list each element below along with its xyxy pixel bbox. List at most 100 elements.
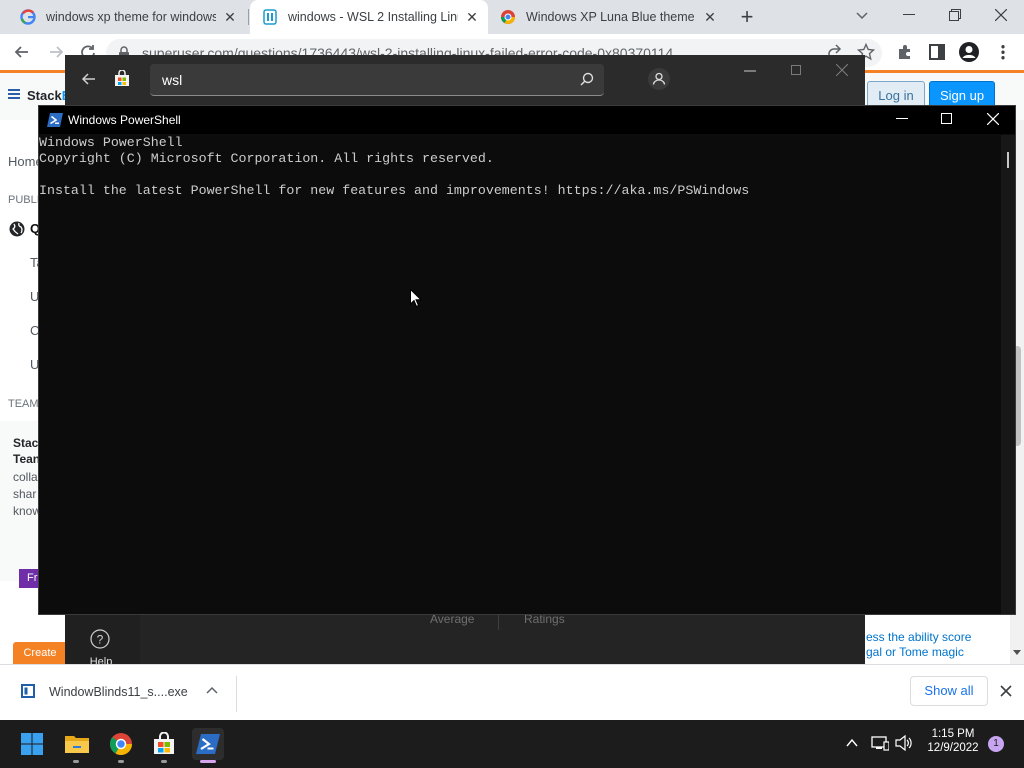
active-indicator (200, 760, 216, 763)
user-icon (648, 68, 670, 90)
taskbar-clock[interactable]: 1:15 PM 12/9/2022 (921, 728, 985, 754)
profile-avatar-icon[interactable] (958, 41, 980, 63)
store-maximize-button[interactable] (791, 65, 801, 75)
console-line: Copyright (C) Microsoft Corporation. All… (39, 151, 494, 166)
hamburger-menu-icon[interactable] (8, 88, 20, 100)
close-icon[interactable]: ✕ (464, 9, 480, 25)
powershell-icon (196, 734, 220, 754)
store-minimize-button[interactable] (744, 70, 756, 72)
chevron-down-icon (856, 12, 868, 20)
close-icon (987, 113, 999, 125)
store-logo-icon (113, 70, 131, 88)
tab-superuser-wsl[interactable]: windows - WSL 2 Installing Linux ✕ (250, 0, 488, 34)
taskbar-file-explorer[interactable] (61, 728, 93, 760)
tab-search-button[interactable] (850, 5, 874, 27)
stack-exchange-logo[interactable]: StackE (27, 88, 70, 103)
installer-file-icon (20, 683, 36, 699)
close-download-bar-button[interactable] (1000, 685, 1012, 697)
forward-button[interactable] (46, 42, 66, 62)
download-options-button[interactable] (206, 686, 218, 694)
back-button[interactable] (12, 42, 32, 62)
teams-promo-text-2: shar (13, 487, 37, 501)
clock-time: 1:15 PM (931, 728, 975, 740)
google-g-icon (20, 9, 36, 25)
arrow-right-icon (50, 46, 64, 58)
teams-promo-text-3: know (13, 504, 42, 518)
chevron-up-icon (846, 738, 858, 747)
windows-logo-icon (21, 733, 43, 755)
browser-restore-button[interactable] (932, 0, 978, 30)
minimize-icon (903, 14, 915, 15)
running-indicator (118, 760, 124, 763)
tab-xp-luna-theme[interactable]: Windows XP Luna Blue theme - C ✕ (488, 0, 726, 34)
running-indicator (73, 760, 79, 763)
browser-menu-button[interactable] (994, 43, 1012, 61)
powershell-maximize-button[interactable] (941, 113, 952, 124)
logo-text: Stack (27, 88, 62, 103)
powershell-console[interactable]: Windows PowerShell Copyright (C) Microsof… (39, 135, 999, 614)
powershell-title-text: Windows PowerShell (68, 113, 181, 127)
browser-close-button[interactable] (978, 0, 1024, 30)
clock-date: 12/9/2022 (927, 742, 979, 754)
close-icon (836, 64, 848, 76)
superuser-icon (262, 9, 278, 25)
close-icon (1000, 685, 1012, 697)
taskbar-powershell[interactable] (192, 728, 224, 760)
show-hidden-icons-button[interactable] (845, 736, 859, 750)
kebab-menu-icon (1001, 44, 1005, 60)
store-account-button[interactable] (647, 67, 671, 91)
console-line: Install the latest PowerShell for new fe… (39, 183, 750, 198)
powershell-scrollbar[interactable] (1001, 135, 1015, 614)
powershell-icon (47, 113, 63, 127)
browser-minimize-button[interactable] (886, 0, 932, 30)
extensions-icon[interactable] (896, 43, 914, 61)
scroll-down-arrow-icon[interactable] (1013, 650, 1021, 656)
folder-icon (65, 736, 89, 753)
answer-snippet-line-1[interactable]: ess the ability score (866, 630, 971, 644)
show-all-downloads-button[interactable]: Show all (910, 676, 988, 706)
console-line: Windows PowerShell (39, 135, 183, 150)
notification-badge[interactable]: 1 (988, 736, 1004, 752)
teams-promo-text-1: colla (13, 470, 38, 484)
powershell-titlebar[interactable]: Windows PowerShell (39, 106, 1015, 134)
store-search-input[interactable]: wsl (150, 64, 604, 96)
store-back-button[interactable] (80, 71, 98, 87)
tab-title: Windows XP Luna Blue theme - C (526, 10, 696, 24)
svg-text:?: ? (97, 633, 104, 647)
plus-icon: + (740, 4, 754, 29)
taskbar-store[interactable] (148, 728, 180, 760)
answer-snippet-line-2[interactable]: gal or Tome magic (866, 645, 964, 659)
store-icon (154, 732, 174, 754)
teams-promo-title-2: Tean (13, 452, 41, 466)
start-button[interactable] (16, 728, 48, 760)
side-panel-icon[interactable] (928, 43, 946, 61)
close-icon[interactable]: ✕ (702, 9, 718, 25)
chrome-web-icon (500, 9, 516, 25)
tab-google-search[interactable]: windows xp theme for windows ✕ (8, 0, 246, 34)
globe-icon (9, 221, 25, 237)
close-icon (995, 9, 1007, 21)
running-indicator (161, 760, 167, 763)
powershell-close-button[interactable] (987, 113, 999, 125)
powershell-minimize-button[interactable] (896, 118, 908, 119)
chevron-up-icon (206, 686, 218, 694)
new-tab-button[interactable]: + (733, 4, 761, 29)
tab-title: windows xp theme for windows (46, 10, 216, 24)
taskbar-chrome[interactable] (105, 728, 137, 760)
tab-separator (248, 9, 249, 25)
store-close-button[interactable] (836, 64, 848, 76)
arrow-left-icon (81, 73, 95, 85)
search-icon[interactable] (580, 72, 594, 86)
network-icon[interactable] (871, 735, 889, 751)
create-team-button[interactable]: Create (13, 642, 67, 664)
restore-icon (949, 9, 961, 21)
tab-title: windows - WSL 2 Installing Linux (288, 10, 458, 24)
chrome-icon (109, 733, 132, 755)
close-icon[interactable]: ✕ (222, 9, 238, 25)
powershell-scrollbar-thumb[interactable] (1007, 152, 1009, 168)
help-icon[interactable]: ? (90, 629, 110, 649)
download-file-name[interactable]: WindowBlinds11_s....exe (49, 685, 188, 699)
mouse-cursor-icon (410, 289, 422, 308)
volume-icon[interactable] (895, 735, 913, 751)
